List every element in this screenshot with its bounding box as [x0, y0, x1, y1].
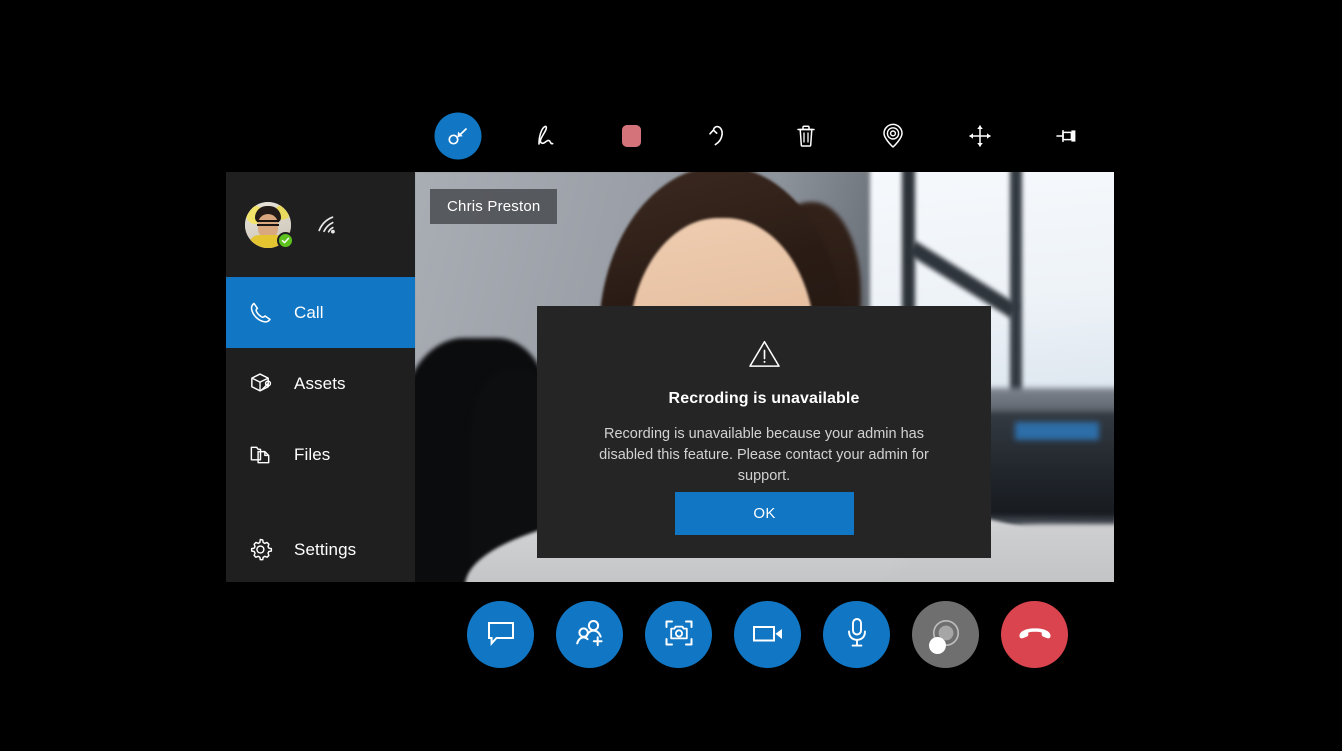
location-pin-icon: [879, 122, 907, 150]
mic-toggle-button[interactable]: [823, 601, 890, 668]
sidebar-item-call[interactable]: Call: [226, 277, 415, 348]
sidebar-spacer: [226, 490, 415, 514]
microphone-icon: [844, 616, 870, 653]
avatar[interactable]: [245, 202, 291, 248]
phone-icon: [248, 300, 278, 325]
sidebar-item-settings-label: Settings: [294, 540, 356, 560]
chat-bubble-icon: [485, 618, 517, 651]
ink-tool-button[interactable]: [501, 108, 588, 164]
trash-icon: [793, 122, 819, 150]
call-controls-bar: [467, 601, 1068, 668]
screen: Call Assets: [0, 0, 1342, 751]
sidebar-item-assets-label: Assets: [294, 374, 346, 394]
add-people-icon: [573, 618, 607, 651]
pushpin-icon: [1053, 125, 1081, 147]
chat-button[interactable]: [467, 601, 534, 668]
participant-name-tag: Chris Preston: [430, 189, 557, 224]
gear-icon: [248, 537, 278, 562]
ink-pen-icon: [530, 122, 560, 150]
sidebar: Call Assets: [226, 172, 415, 582]
checkmark-icon: [281, 236, 290, 245]
snapshot-button[interactable]: [645, 601, 712, 668]
delete-tool-button[interactable]: [762, 108, 849, 164]
move-arrows-icon: [966, 122, 994, 150]
sidebar-item-files[interactable]: Files: [226, 419, 415, 490]
avatar-glasses: [257, 220, 279, 226]
cursor-pointer-dot: [929, 637, 946, 654]
add-participant-button[interactable]: [556, 601, 623, 668]
move-tool-button[interactable]: [936, 108, 1023, 164]
video-window-frame-right: [1010, 172, 1022, 397]
dialog-title: Recroding is unavailable: [669, 390, 860, 408]
status-badge-available: [277, 232, 294, 249]
video-background-monitor: [1015, 422, 1099, 440]
sidebar-item-call-label: Call: [294, 303, 324, 323]
hang-up-button[interactable]: [1001, 601, 1068, 668]
warning-triangle-icon: [748, 339, 781, 374]
pointer-tool-button[interactable]: [414, 108, 501, 164]
pointer-arrow-icon: [445, 123, 471, 149]
camera-snapshot-icon: [663, 617, 695, 652]
sidebar-item-settings[interactable]: Settings: [226, 514, 415, 585]
undo-tool-button[interactable]: [675, 108, 762, 164]
wifi-signal-icon: [313, 213, 339, 237]
annotation-toolbar: [414, 108, 1114, 164]
dialog-message: Recording is unavailable because your ad…: [575, 424, 953, 487]
color-swatch-button[interactable]: [588, 108, 675, 164]
color-swatch-icon: [622, 125, 641, 147]
place-marker-tool-button[interactable]: [849, 108, 936, 164]
pin-tool-button[interactable]: [1023, 108, 1110, 164]
video-camera-icon: [751, 621, 785, 648]
hang-up-phone-icon: [1017, 622, 1053, 647]
ok-button[interactable]: OK: [675, 492, 854, 535]
assets-box-icon: [248, 371, 278, 396]
files-folder-icon: [248, 442, 278, 467]
avatar-face: [258, 214, 278, 238]
profile-row: [226, 172, 415, 277]
sidebar-item-files-label: Files: [294, 445, 330, 465]
video-toggle-button[interactable]: [734, 601, 801, 668]
sidebar-item-assets[interactable]: Assets: [226, 348, 415, 419]
record-button[interactable]: [912, 601, 979, 668]
undo-arrow-icon: [705, 122, 733, 150]
recording-unavailable-dialog: Recroding is unavailable Recording is un…: [537, 306, 991, 558]
